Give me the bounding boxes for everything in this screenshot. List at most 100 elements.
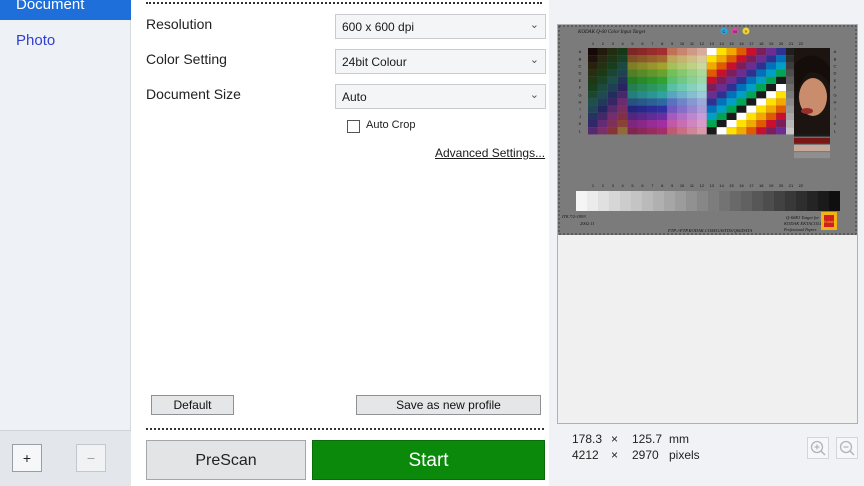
color-patch bbox=[766, 69, 777, 77]
grey-patch bbox=[697, 191, 708, 211]
color-patch bbox=[687, 112, 697, 120]
document-size-select[interactable]: Auto ⌄ bbox=[335, 84, 546, 109]
sidebar-item-photo[interactable]: Photo bbox=[16, 32, 55, 49]
color-patch bbox=[746, 112, 757, 120]
portrait-image bbox=[794, 48, 830, 134]
color-patch bbox=[597, 127, 608, 135]
color-patch bbox=[667, 84, 678, 92]
color-patch bbox=[687, 55, 697, 63]
color-patch bbox=[637, 120, 648, 128]
resolution-select[interactable]: 600 x 600 dpi ⌄ bbox=[335, 14, 546, 39]
sidebar-item-label: Document bbox=[16, 0, 85, 13]
color-patch bbox=[588, 112, 598, 120]
color-patch bbox=[706, 48, 717, 56]
default-button[interactable]: Default bbox=[151, 395, 234, 415]
color-patch bbox=[696, 105, 707, 113]
color-setting-label: Color Setting bbox=[146, 51, 227, 67]
color-patch bbox=[647, 62, 658, 70]
color-patch bbox=[607, 98, 618, 106]
color-patch bbox=[607, 62, 618, 70]
color-patch bbox=[736, 84, 747, 92]
color-patch bbox=[637, 112, 648, 120]
color-patch bbox=[647, 76, 658, 84]
section-divider bbox=[146, 2, 542, 4]
chevron-down-icon: ⌄ bbox=[529, 54, 539, 66]
column-number: 12 bbox=[700, 41, 705, 46]
sidebar-item-document[interactable]: Document bbox=[0, 0, 131, 20]
color-patch bbox=[647, 91, 658, 99]
chevron-down-icon: ⌄ bbox=[529, 19, 539, 31]
color-patch bbox=[657, 112, 668, 120]
color-patch bbox=[597, 84, 608, 92]
color-patch bbox=[627, 84, 638, 92]
row-letter: J bbox=[834, 114, 836, 119]
svg-text:2002:11: 2002:11 bbox=[580, 221, 595, 226]
row-letter: J bbox=[579, 114, 581, 119]
color-patch bbox=[657, 120, 668, 128]
color-patch bbox=[597, 62, 608, 70]
color-patch bbox=[766, 105, 777, 113]
color-patch bbox=[736, 62, 747, 70]
color-patch bbox=[677, 98, 687, 106]
auto-crop-checkbox[interactable] bbox=[347, 120, 360, 133]
profile-sidebar bbox=[0, 0, 131, 486]
zoom-in-button[interactable] bbox=[807, 437, 829, 459]
color-patch bbox=[677, 48, 687, 56]
color-patch bbox=[726, 91, 737, 99]
grey-patch bbox=[730, 191, 741, 211]
color-patch bbox=[627, 98, 638, 106]
column-number: 13 bbox=[710, 183, 715, 188]
column-number: 12 bbox=[700, 183, 705, 188]
color-setting-value: 24bit Colour bbox=[342, 55, 407, 69]
color-patch bbox=[617, 127, 628, 135]
color-patch bbox=[736, 76, 747, 84]
color-patch bbox=[794, 137, 830, 144]
color-patch bbox=[766, 112, 777, 120]
color-patch bbox=[588, 76, 598, 84]
resolution-value: 600 x 600 dpi bbox=[342, 20, 415, 34]
color-patch bbox=[597, 120, 608, 128]
prescan-button[interactable]: PreScan bbox=[146, 440, 306, 480]
row-letter: I bbox=[834, 107, 835, 112]
color-patch bbox=[706, 62, 717, 70]
row-letter: A bbox=[579, 49, 582, 54]
remove-profile-button[interactable]: − bbox=[76, 444, 106, 472]
advanced-settings-link[interactable]: Advanced Settings... bbox=[435, 146, 545, 160]
grey-patch bbox=[576, 191, 587, 211]
grey-patch bbox=[587, 191, 598, 211]
color-setting-select[interactable]: 24bit Colour ⌄ bbox=[335, 49, 546, 74]
color-patch bbox=[657, 69, 668, 77]
color-patch bbox=[736, 120, 747, 128]
color-patch bbox=[736, 69, 747, 77]
height-mm: 125.7 bbox=[632, 432, 663, 446]
color-patch bbox=[696, 84, 707, 92]
color-patch bbox=[597, 76, 608, 84]
save-profile-button[interactable]: Save as new profile bbox=[356, 395, 541, 415]
zoom-in-icon bbox=[810, 440, 826, 456]
color-patch bbox=[657, 105, 668, 113]
color-patch bbox=[687, 69, 697, 77]
column-number: 17 bbox=[749, 183, 754, 188]
color-patch bbox=[647, 127, 658, 135]
color-patch bbox=[756, 84, 767, 92]
color-patch bbox=[736, 48, 747, 56]
start-button[interactable]: Start bbox=[312, 440, 545, 480]
color-patch bbox=[687, 120, 697, 128]
color-patch bbox=[607, 127, 618, 135]
add-profile-button[interactable]: + bbox=[12, 444, 42, 472]
row-letter: D bbox=[834, 71, 837, 76]
zoom-out-button[interactable] bbox=[836, 437, 858, 459]
row-letter: E bbox=[579, 78, 582, 83]
cmy-marks: C M Y bbox=[720, 27, 750, 35]
svg-text:KODAK EKTACOLOR: KODAK EKTACOLOR bbox=[783, 221, 826, 226]
row-letter: B bbox=[579, 56, 582, 61]
color-patch bbox=[696, 55, 707, 63]
svg-text:Professional Papers: Professional Papers bbox=[783, 227, 817, 232]
column-number: 16 bbox=[739, 183, 744, 188]
color-patch bbox=[766, 84, 777, 92]
grey-patch bbox=[807, 191, 818, 211]
chevron-down-icon: ⌄ bbox=[529, 89, 539, 101]
column-number: 16 bbox=[739, 41, 744, 46]
grey-patch bbox=[796, 191, 807, 211]
color-patch bbox=[776, 120, 786, 128]
